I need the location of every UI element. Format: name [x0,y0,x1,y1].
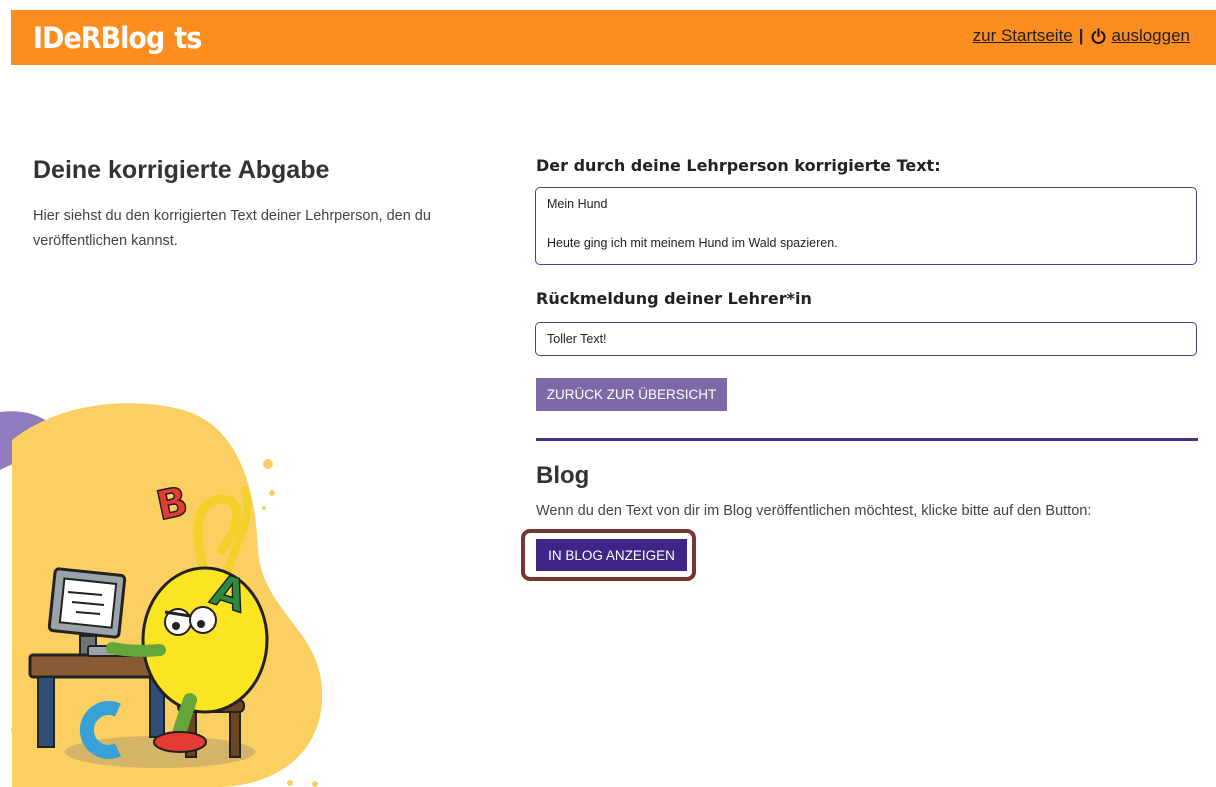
top-navigation: zur Startseite | ausloggen [973,26,1190,46]
show-in-blog-button[interactable]: IN BLOG ANZEIGEN [536,539,687,571]
blog-description: Wenn du den Text von dir im Blog veröffe… [536,503,1092,519]
corrected-text-label: Der durch deine Lehrperson korrigierte T… [536,156,941,175]
back-to-overview-button[interactable]: ZURÜCK ZUR ÜBERSICHT [536,378,727,411]
logout-link[interactable]: ausloggen [1112,26,1190,46]
page-title: Deine korrigierte Abgabe [33,156,330,184]
logo-main-text: IDeRBlog [33,22,165,56]
top-header-bar: IDeRBlog ts zur Startseite | ausloggen [11,10,1216,65]
feedback-label: Rückmeldung deiner Lehrer*in [536,289,812,308]
monster-illustration: B A [0,403,323,787]
feedback-box: Toller Text! [535,322,1197,356]
nav-separator: | [1078,26,1084,45]
section-divider [536,438,1198,441]
feedback-text: Toller Text! [547,332,607,346]
blog-title: Blog [536,462,590,489]
corrected-text-title: Mein Hund [547,197,608,211]
page-description: Hier siehst du den korrigierten Text dei… [33,208,431,249]
corrected-text-body: Heute ging ich mit meinem Hund im Wald s… [547,236,838,250]
corrected-text-box: Mein Hund Heute ging ich mit meinem Hund… [535,187,1197,265]
logo-suffix-text: ts [174,22,202,56]
power-icon[interactable] [1090,27,1107,45]
home-link[interactable]: zur Startseite [973,26,1073,46]
site-logo[interactable]: IDeRBlog ts [33,22,202,56]
